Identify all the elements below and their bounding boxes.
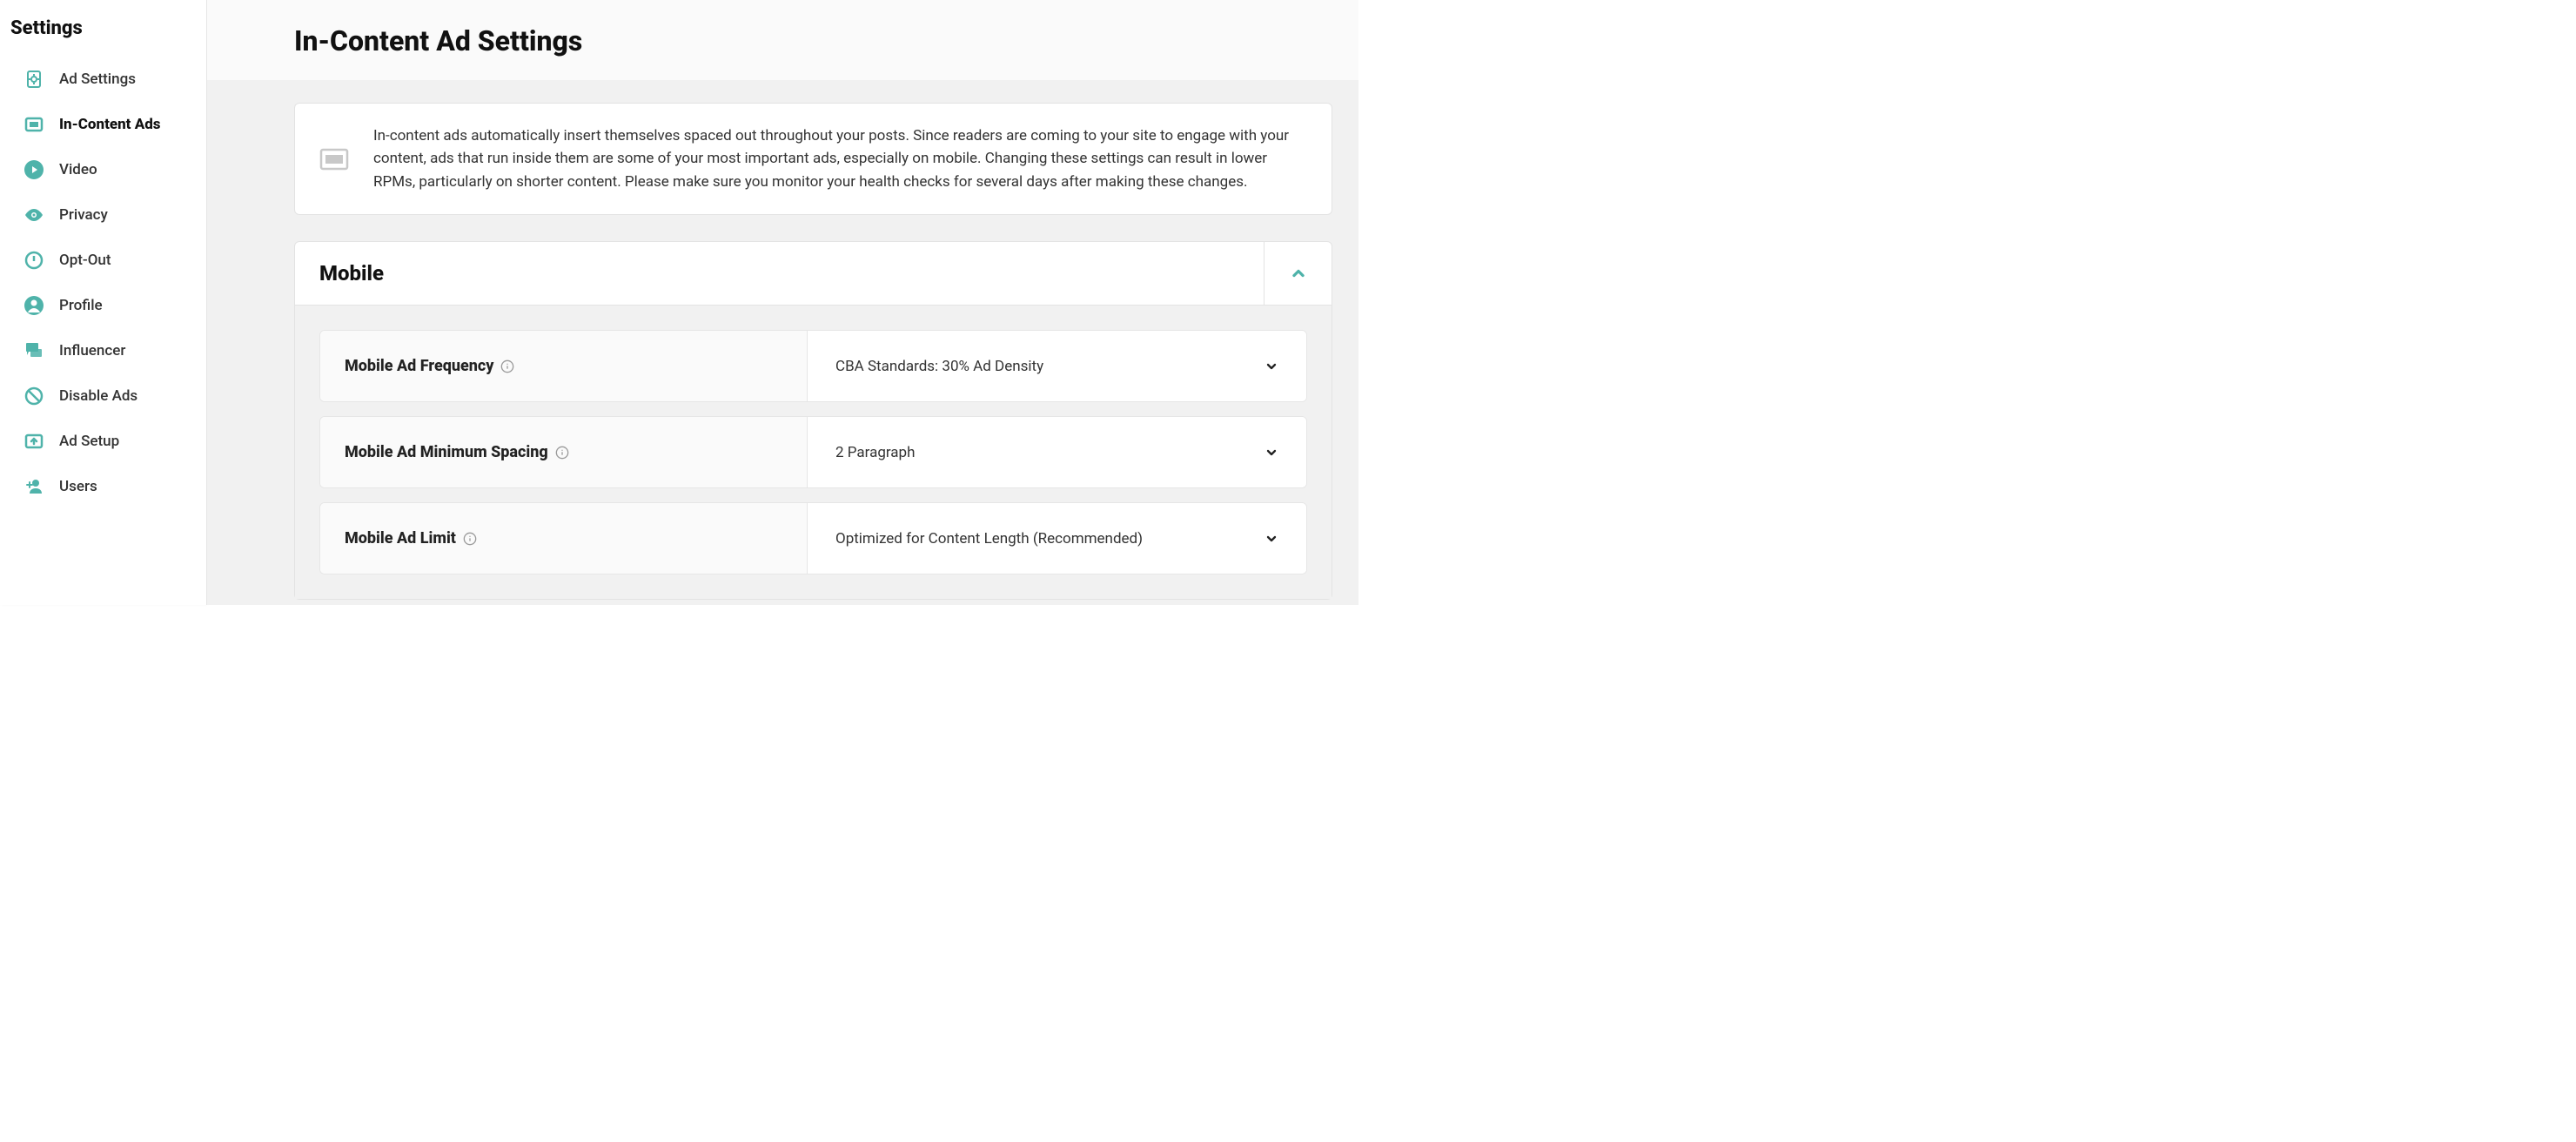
chevron-down-icon (1265, 532, 1278, 546)
setting-value: CBA Standards: 30% Ad Density (835, 358, 1043, 375)
person-circle-icon (23, 294, 45, 317)
sidebar-item-privacy[interactable]: Privacy (0, 192, 206, 238)
sidebar-item-users[interactable]: Users (0, 464, 206, 509)
content-box-icon (319, 148, 349, 171)
sidebar-item-label: Ad Settings (59, 71, 136, 88)
panel-header: Mobile (295, 242, 1332, 305)
setting-label: Mobile Ad Limit (320, 503, 808, 574)
sidebar-item-label: Disable Ads (59, 387, 138, 405)
sidebar-item-in-content-ads[interactable]: In-Content Ads (0, 102, 206, 147)
info-circle-icon[interactable] (463, 532, 477, 546)
setting-label-text: Mobile Ad Minimum Spacing (345, 443, 548, 461)
sidebar-item-ad-setup[interactable]: Ad Setup (0, 419, 206, 464)
sidebar-item-influencer[interactable]: Influencer (0, 328, 206, 373)
info-circle-icon[interactable] (555, 446, 569, 460)
sidebar-item-label: Video (59, 161, 97, 178)
info-text: In-content ads automatically insert them… (373, 124, 1307, 193)
users-plus-icon (23, 475, 45, 498)
sidebar-item-label: Ad Setup (59, 433, 119, 450)
power-icon (23, 249, 45, 272)
eye-icon (23, 204, 45, 226)
chevron-down-icon (1265, 446, 1278, 460)
sidebar-item-opt-out[interactable]: Opt-Out (0, 238, 206, 283)
mobile-panel: Mobile Mobile Ad Frequency (294, 241, 1332, 600)
sidebar-item-profile[interactable]: Profile (0, 283, 206, 328)
sidebar-item-label: Profile (59, 297, 103, 314)
sidebar-item-label: Users (59, 478, 97, 495)
page-title: In-Content Ad Settings (294, 24, 1306, 57)
setting-row-mobile-ad-frequency: Mobile Ad Frequency CBA Standards: 30% A… (319, 330, 1307, 402)
sidebar-item-video[interactable]: Video (0, 147, 206, 192)
setting-row-mobile-ad-limit: Mobile Ad Limit Optimized for Content Le… (319, 502, 1307, 574)
sidebar-title: Settings (0, 10, 206, 57)
sidebar-item-ad-settings[interactable]: Ad Settings (0, 57, 206, 102)
info-box: In-content ads automatically insert them… (294, 103, 1332, 215)
info-circle-icon[interactable] (500, 359, 514, 373)
ban-icon (23, 385, 45, 407)
gear-box-icon (23, 68, 45, 91)
sidebar-item-label: In-Content Ads (59, 116, 160, 133)
panel-collapse-toggle[interactable] (1264, 242, 1332, 305)
setting-row-mobile-ad-minimum-spacing: Mobile Ad Minimum Spacing 2 Paragraph (319, 416, 1307, 488)
setting-value: Optimized for Content Length (Recommende… (835, 530, 1143, 547)
sidebar-item-label: Opt-Out (59, 252, 111, 269)
chevron-up-icon (1290, 265, 1307, 282)
sidebar-item-label: Influencer (59, 342, 125, 359)
upload-box-icon (23, 430, 45, 453)
setting-label-text: Mobile Ad Limit (345, 529, 456, 547)
panel-title: Mobile (295, 244, 408, 303)
chat-icon (23, 339, 45, 362)
sidebar: Settings Ad Settings In-Content Ads (0, 0, 207, 605)
setting-label-text: Mobile Ad Frequency (345, 357, 493, 375)
setting-label: Mobile Ad Minimum Spacing (320, 417, 808, 487)
setting-value: 2 Paragraph (835, 444, 915, 461)
setting-label: Mobile Ad Frequency (320, 331, 808, 401)
setting-dropdown-mobile-ad-minimum-spacing[interactable]: 2 Paragraph (808, 417, 1306, 487)
chevron-down-icon (1265, 359, 1278, 373)
panel-body: Mobile Ad Frequency CBA Standards: 30% A… (295, 305, 1332, 599)
page-header: In-Content Ad Settings (207, 0, 1358, 80)
sidebar-item-label: Privacy (59, 206, 108, 224)
setting-dropdown-mobile-ad-limit[interactable]: Optimized for Content Length (Recommende… (808, 503, 1306, 574)
play-circle-icon (23, 158, 45, 181)
setting-dropdown-mobile-ad-frequency[interactable]: CBA Standards: 30% Ad Density (808, 331, 1306, 401)
content-box-icon (23, 113, 45, 136)
main-content: In-Content Ad Settings In-content ads au… (207, 0, 1358, 605)
sidebar-item-disable-ads[interactable]: Disable Ads (0, 373, 206, 419)
